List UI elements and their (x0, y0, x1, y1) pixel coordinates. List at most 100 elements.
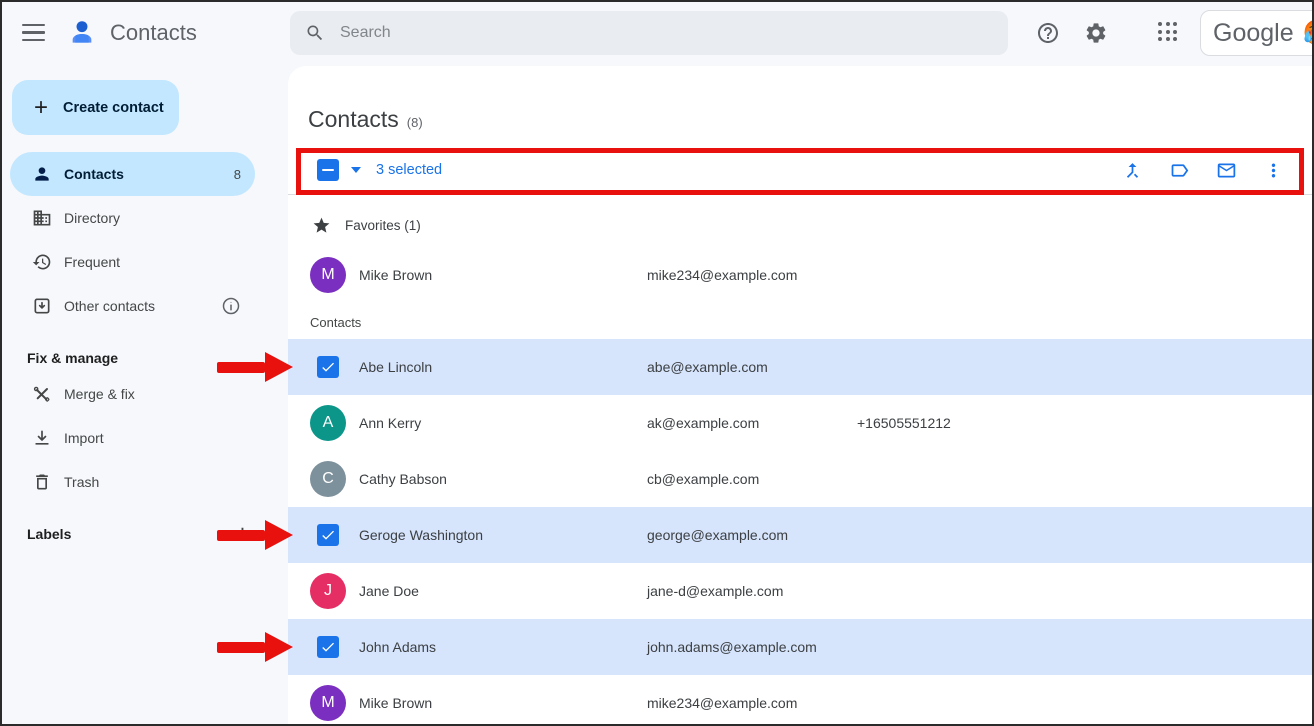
app-title: Contacts (110, 20, 197, 46)
search-placeholder: Search (340, 24, 391, 42)
search-icon (305, 23, 325, 43)
sidebar-item-label: Other contacts (64, 298, 155, 314)
contact-name: Mike Brown (359, 695, 647, 711)
sidebar-item-frequent[interactable]: Frequent (10, 240, 255, 284)
create-contact-button[interactable]: + Create contact (12, 80, 179, 135)
sidebar-item-contacts[interactable]: Contacts 8 (10, 152, 255, 196)
merge-icon (1122, 160, 1143, 181)
sidebar-item-label: Trash (64, 474, 99, 490)
merge-button[interactable] (1122, 160, 1143, 181)
gear-icon (1084, 21, 1108, 45)
label-icon (1169, 160, 1190, 181)
toolbar-divider (288, 194, 1312, 195)
indeterminate-icon (322, 169, 334, 172)
sidebar-item-label: Merge & fix (64, 386, 135, 402)
help-button[interactable] (1036, 21, 1060, 45)
main-panel: Contacts (8) 3 selected (288, 66, 1312, 724)
email-icon (1216, 160, 1237, 181)
apps-grid-button[interactable] (1158, 22, 1177, 41)
selection-toolbar: 3 selected (288, 147, 1312, 193)
hamburger-icon (22, 24, 45, 26)
more-actions-button[interactable] (1263, 160, 1284, 181)
contact-avatar: M (310, 257, 346, 293)
contacts-section-header: Contacts (288, 305, 1312, 339)
contact-row[interactable]: M Mike Brownmike234@example.com (288, 247, 1312, 303)
app-header: Contacts Search Google 🥵 (2, 2, 1312, 64)
download-icon (32, 428, 52, 448)
search-bar[interactable]: Search (290, 11, 1008, 55)
contact-row[interactable]: M Mike Brownmike234@example.com (288, 675, 1312, 724)
sidebar: + Create contact Contacts 8 Directory (2, 64, 288, 724)
contact-email: george@example.com (647, 527, 857, 543)
google-account-chip[interactable]: Google 🥵 (1200, 10, 1314, 56)
selected-count-label: 3 selected (376, 162, 442, 178)
contact-name: Cathy Babson (359, 471, 647, 487)
contact-email: john.adams@example.com (647, 639, 857, 655)
contact-avatar: M (310, 685, 346, 721)
plus-icon: + (34, 96, 48, 120)
contact-email: abe@example.com (647, 359, 857, 375)
contact-name: Mike Brown (359, 267, 647, 283)
fix-manage-nav: Merge & fix Import Trash (2, 372, 288, 504)
contact-row[interactable]: John Adamsjohn.adams@example.com (288, 619, 1312, 675)
row-checkbox[interactable] (317, 636, 339, 658)
sidebar-item-label: Directory (64, 210, 120, 226)
toolbar-actions (1122, 160, 1312, 181)
sidebar-item-merge-fix[interactable]: Merge & fix (10, 372, 255, 416)
directory-icon (32, 208, 52, 228)
contacts-logo-icon (66, 16, 98, 53)
sidebar-item-directory[interactable]: Directory (10, 196, 255, 240)
sidebar-item-other-contacts[interactable]: Other contacts (10, 284, 255, 328)
page-title: Contacts (308, 106, 399, 133)
contact-name: Geroge Washington (359, 527, 647, 543)
star-icon (312, 216, 331, 235)
more-vert-icon (1263, 160, 1284, 181)
manage-labels-button[interactable] (1169, 160, 1190, 181)
contact-row[interactable]: Abe Lincolnabe@example.com (288, 339, 1312, 395)
contact-row[interactable]: CCathy Babsoncb@example.com (288, 451, 1312, 507)
contact-name: Abe Lincoln (359, 359, 647, 375)
contact-email: mike234@example.com (647, 695, 857, 711)
favorites-section-header: Favorites (1) (288, 203, 1312, 247)
labels-header: Labels + (2, 512, 288, 556)
page-title-row: Contacts (8) (308, 106, 1312, 133)
contact-email: mike234@example.com (647, 267, 857, 283)
apps-grid-icon (1158, 22, 1177, 41)
settings-button[interactable] (1084, 21, 1108, 45)
history-icon (32, 252, 52, 272)
google-wordmark: Google (1213, 19, 1294, 48)
sidebar-nav: Contacts 8 Directory Frequent Other con (2, 152, 288, 328)
trash-icon (32, 472, 52, 492)
contact-name: John Adams (359, 639, 647, 655)
contact-phone: +16505551212 (857, 415, 951, 431)
send-email-button[interactable] (1216, 160, 1237, 181)
contact-name: Ann Kerry (359, 415, 647, 431)
row-checkbox[interactable] (317, 356, 339, 378)
contact-row[interactable]: JJane Doejane-d@example.com (288, 563, 1312, 619)
favorites-label: Favorites (1) (345, 218, 421, 233)
main-menu-button[interactable] (22, 24, 45, 41)
contact-avatar: J (310, 573, 346, 609)
contact-email: ak@example.com (647, 415, 857, 431)
row-checkbox[interactable] (317, 524, 339, 546)
check-icon (320, 359, 336, 375)
sidebar-item-label: Frequent (64, 254, 120, 270)
person-icon (32, 164, 52, 184)
account-avatar-emoji: 🥵 (1303, 21, 1314, 46)
select-dropdown-caret[interactable] (351, 167, 361, 173)
info-icon[interactable] (221, 296, 241, 316)
help-icon (1036, 21, 1060, 45)
contact-row[interactable]: Geroge Washingtongeorge@example.com (288, 507, 1312, 563)
contact-row[interactable]: A Ann Kerryak@example.com+16505551212 (288, 395, 1312, 451)
inbox-down-icon (32, 296, 52, 316)
sidebar-item-import[interactable]: Import (10, 416, 255, 460)
contact-avatar: C (310, 461, 346, 497)
sidebar-item-trash[interactable]: Trash (10, 460, 255, 504)
select-all-checkbox[interactable] (317, 159, 339, 181)
google-contacts-window: Contacts Search Google 🥵 + Create contac… (0, 0, 1314, 726)
contacts-total-badge: (8) (407, 115, 423, 130)
tools-icon (32, 384, 52, 404)
add-label-button[interactable]: + (235, 521, 250, 547)
contact-avatar: A (310, 405, 346, 441)
contact-name: Jane Doe (359, 583, 647, 599)
